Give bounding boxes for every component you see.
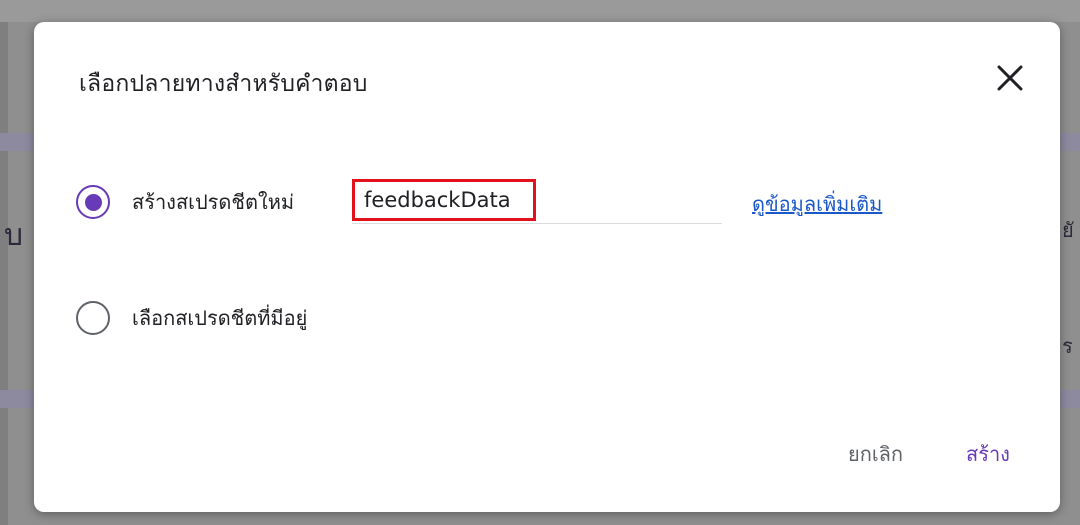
option-existing-spreadsheet-label: เลือกสเปรดชีตที่มีอยู่ bbox=[132, 306, 308, 330]
background-toolbar bbox=[0, 0, 1080, 22]
create-button[interactable]: สร้าง bbox=[966, 438, 1010, 470]
close-button[interactable] bbox=[990, 58, 1030, 98]
close-icon bbox=[997, 65, 1023, 91]
background-text-fragment: บ bbox=[4, 218, 24, 253]
background-edge bbox=[0, 0, 8, 525]
cancel-button[interactable]: ยกเลิก bbox=[848, 438, 903, 470]
radio-new-spreadsheet[interactable] bbox=[76, 185, 110, 219]
learn-more-link[interactable]: ดูข้อมูลเพิ่มเติม bbox=[752, 188, 882, 220]
option-new-spreadsheet[interactable]: สร้างสเปรดชีตใหม่ bbox=[76, 180, 294, 224]
option-existing-spreadsheet[interactable]: เลือกสเปรดชีตที่มีอยู่ bbox=[76, 296, 307, 340]
background-text-fragment: ร bbox=[1062, 334, 1073, 358]
spreadsheet-name-input[interactable] bbox=[352, 179, 536, 221]
radio-selected-dot bbox=[84, 193, 102, 211]
spreadsheet-name-field bbox=[352, 179, 722, 224]
response-destination-dialog: เลือกปลายทางสำหรับคำตอบ สร้างสเปรดชีตใหม… bbox=[34, 22, 1060, 512]
option-new-spreadsheet-label: สร้างสเปรดชีตใหม่ bbox=[132, 190, 295, 214]
radio-existing-spreadsheet[interactable] bbox=[76, 301, 110, 335]
dialog-title: เลือกปลายทางสำหรับคำตอบ bbox=[79, 71, 368, 97]
background-text-fragment: ยั bbox=[1062, 218, 1074, 242]
